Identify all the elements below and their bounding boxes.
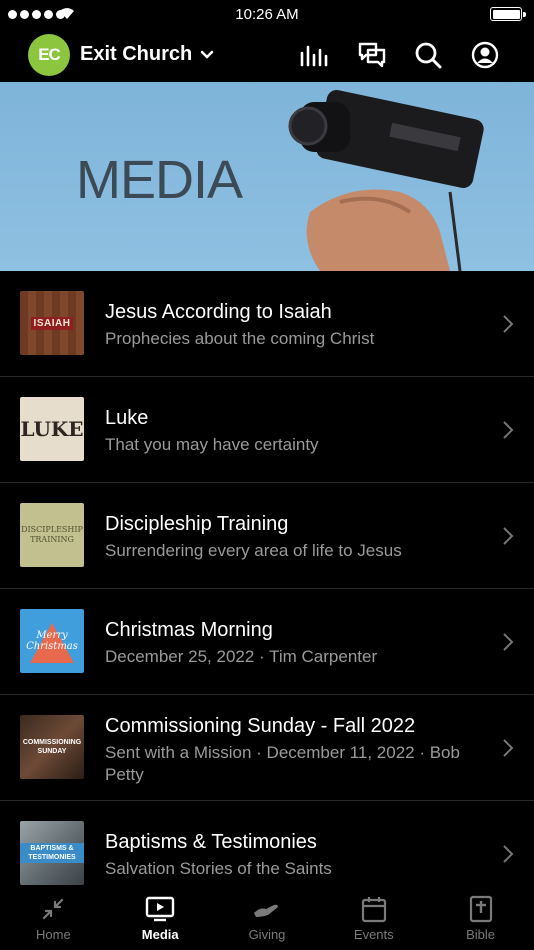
tab-label: Media <box>141 927 179 942</box>
chevron-right-icon <box>503 421 514 439</box>
status-bar: 10:26 AM <box>0 0 534 30</box>
tab-home[interactable]: Home <box>0 886 107 950</box>
tab-label: Bible <box>466 927 496 942</box>
audio-bars-icon[interactable] <box>299 40 329 70</box>
chevron-right-icon <box>503 633 514 651</box>
item-title: Discipleship Training <box>105 513 289 535</box>
status-time: 10:26 AM <box>235 6 299 23</box>
chat-icon[interactable] <box>357 40 387 70</box>
series-thumbnail: ISAIAH <box>20 291 84 355</box>
chevron-right-icon <box>503 739 514 757</box>
search-icon[interactable] <box>413 40 443 70</box>
list-item[interactable]: ISAIAH Jesus According to Isaiah Prophec… <box>0 271 534 377</box>
church-selector[interactable]: Exit Church <box>80 43 214 66</box>
profile-icon[interactable] <box>470 40 500 70</box>
church-logo[interactable]: EC <box>28 34 70 76</box>
tab-bible[interactable]: Bible <box>427 886 534 950</box>
chevron-down-icon <box>201 50 214 59</box>
tab-media[interactable]: Media <box>107 886 214 950</box>
list-item[interactable]: Merry Christmas Christmas Morning Decemb… <box>0 589 534 695</box>
list-item[interactable]: COMMISSIONING SUNDAY Commissioning Sunda… <box>0 695 534 801</box>
tab-giving[interactable]: Giving <box>214 886 321 950</box>
item-title: Commissioning Sunday - Fall 2022 <box>105 715 416 737</box>
tab-label: Giving <box>248 927 286 942</box>
bible-icon <box>466 894 496 924</box>
item-subtitle: Salvation Stories of the Saints <box>105 859 332 878</box>
item-subtitle: Prophecies about the coming Christ <box>105 329 375 348</box>
banner-title: MEDIA <box>76 150 243 210</box>
item-subtitle: Surrendering every area of life to Jesus <box>105 541 402 560</box>
chevron-right-icon <box>503 845 514 863</box>
media-banner: MEDIA <box>0 82 534 271</box>
tab-bar: Home Media Giving Events Bible <box>0 886 534 950</box>
media-list: ISAIAH Jesus According to Isaiah Prophec… <box>0 271 534 907</box>
item-title: Jesus According to Isaiah <box>105 301 332 323</box>
series-thumbnail: DISCIPLESHIP TRAINING <box>20 503 84 567</box>
item-subtitle: Sent with a Mission · December 11, 2022 … <box>105 743 460 784</box>
church-name: Exit Church <box>80 43 193 65</box>
series-thumbnail: COMMISSIONING SUNDAY <box>20 715 84 779</box>
app-header: EC Exit Church <box>0 30 534 82</box>
tv-icon <box>145 894 175 924</box>
series-thumbnail: LUKE <box>20 397 84 461</box>
chevron-right-icon <box>503 527 514 545</box>
giving-hand-icon <box>252 894 282 924</box>
collapse-arrows-icon <box>38 894 68 924</box>
series-thumbnail: BAPTISMS & TESTIMONIES <box>20 821 84 885</box>
list-item[interactable]: LUKE Luke That you may have certainty <box>0 377 534 483</box>
item-title: Baptisms & Testimonies <box>105 831 317 853</box>
tab-label: Events <box>353 927 394 942</box>
item-subtitle: That you may have certainty <box>105 435 319 454</box>
list-item[interactable]: DISCIPLESHIP TRAINING Discipleship Train… <box>0 483 534 589</box>
calendar-icon <box>359 894 389 924</box>
item-title: Luke <box>105 407 149 429</box>
battery-icon <box>490 7 526 21</box>
series-thumbnail: Merry Christmas <box>20 609 84 673</box>
chevron-right-icon <box>503 315 514 333</box>
camera-illustration <box>288 89 484 271</box>
item-subtitle: December 25, 2022 · Tim Carpenter <box>105 647 378 666</box>
item-title: Christmas Morning <box>105 619 273 641</box>
tab-events[interactable]: Events <box>320 886 427 950</box>
tab-label: Home <box>36 927 71 942</box>
